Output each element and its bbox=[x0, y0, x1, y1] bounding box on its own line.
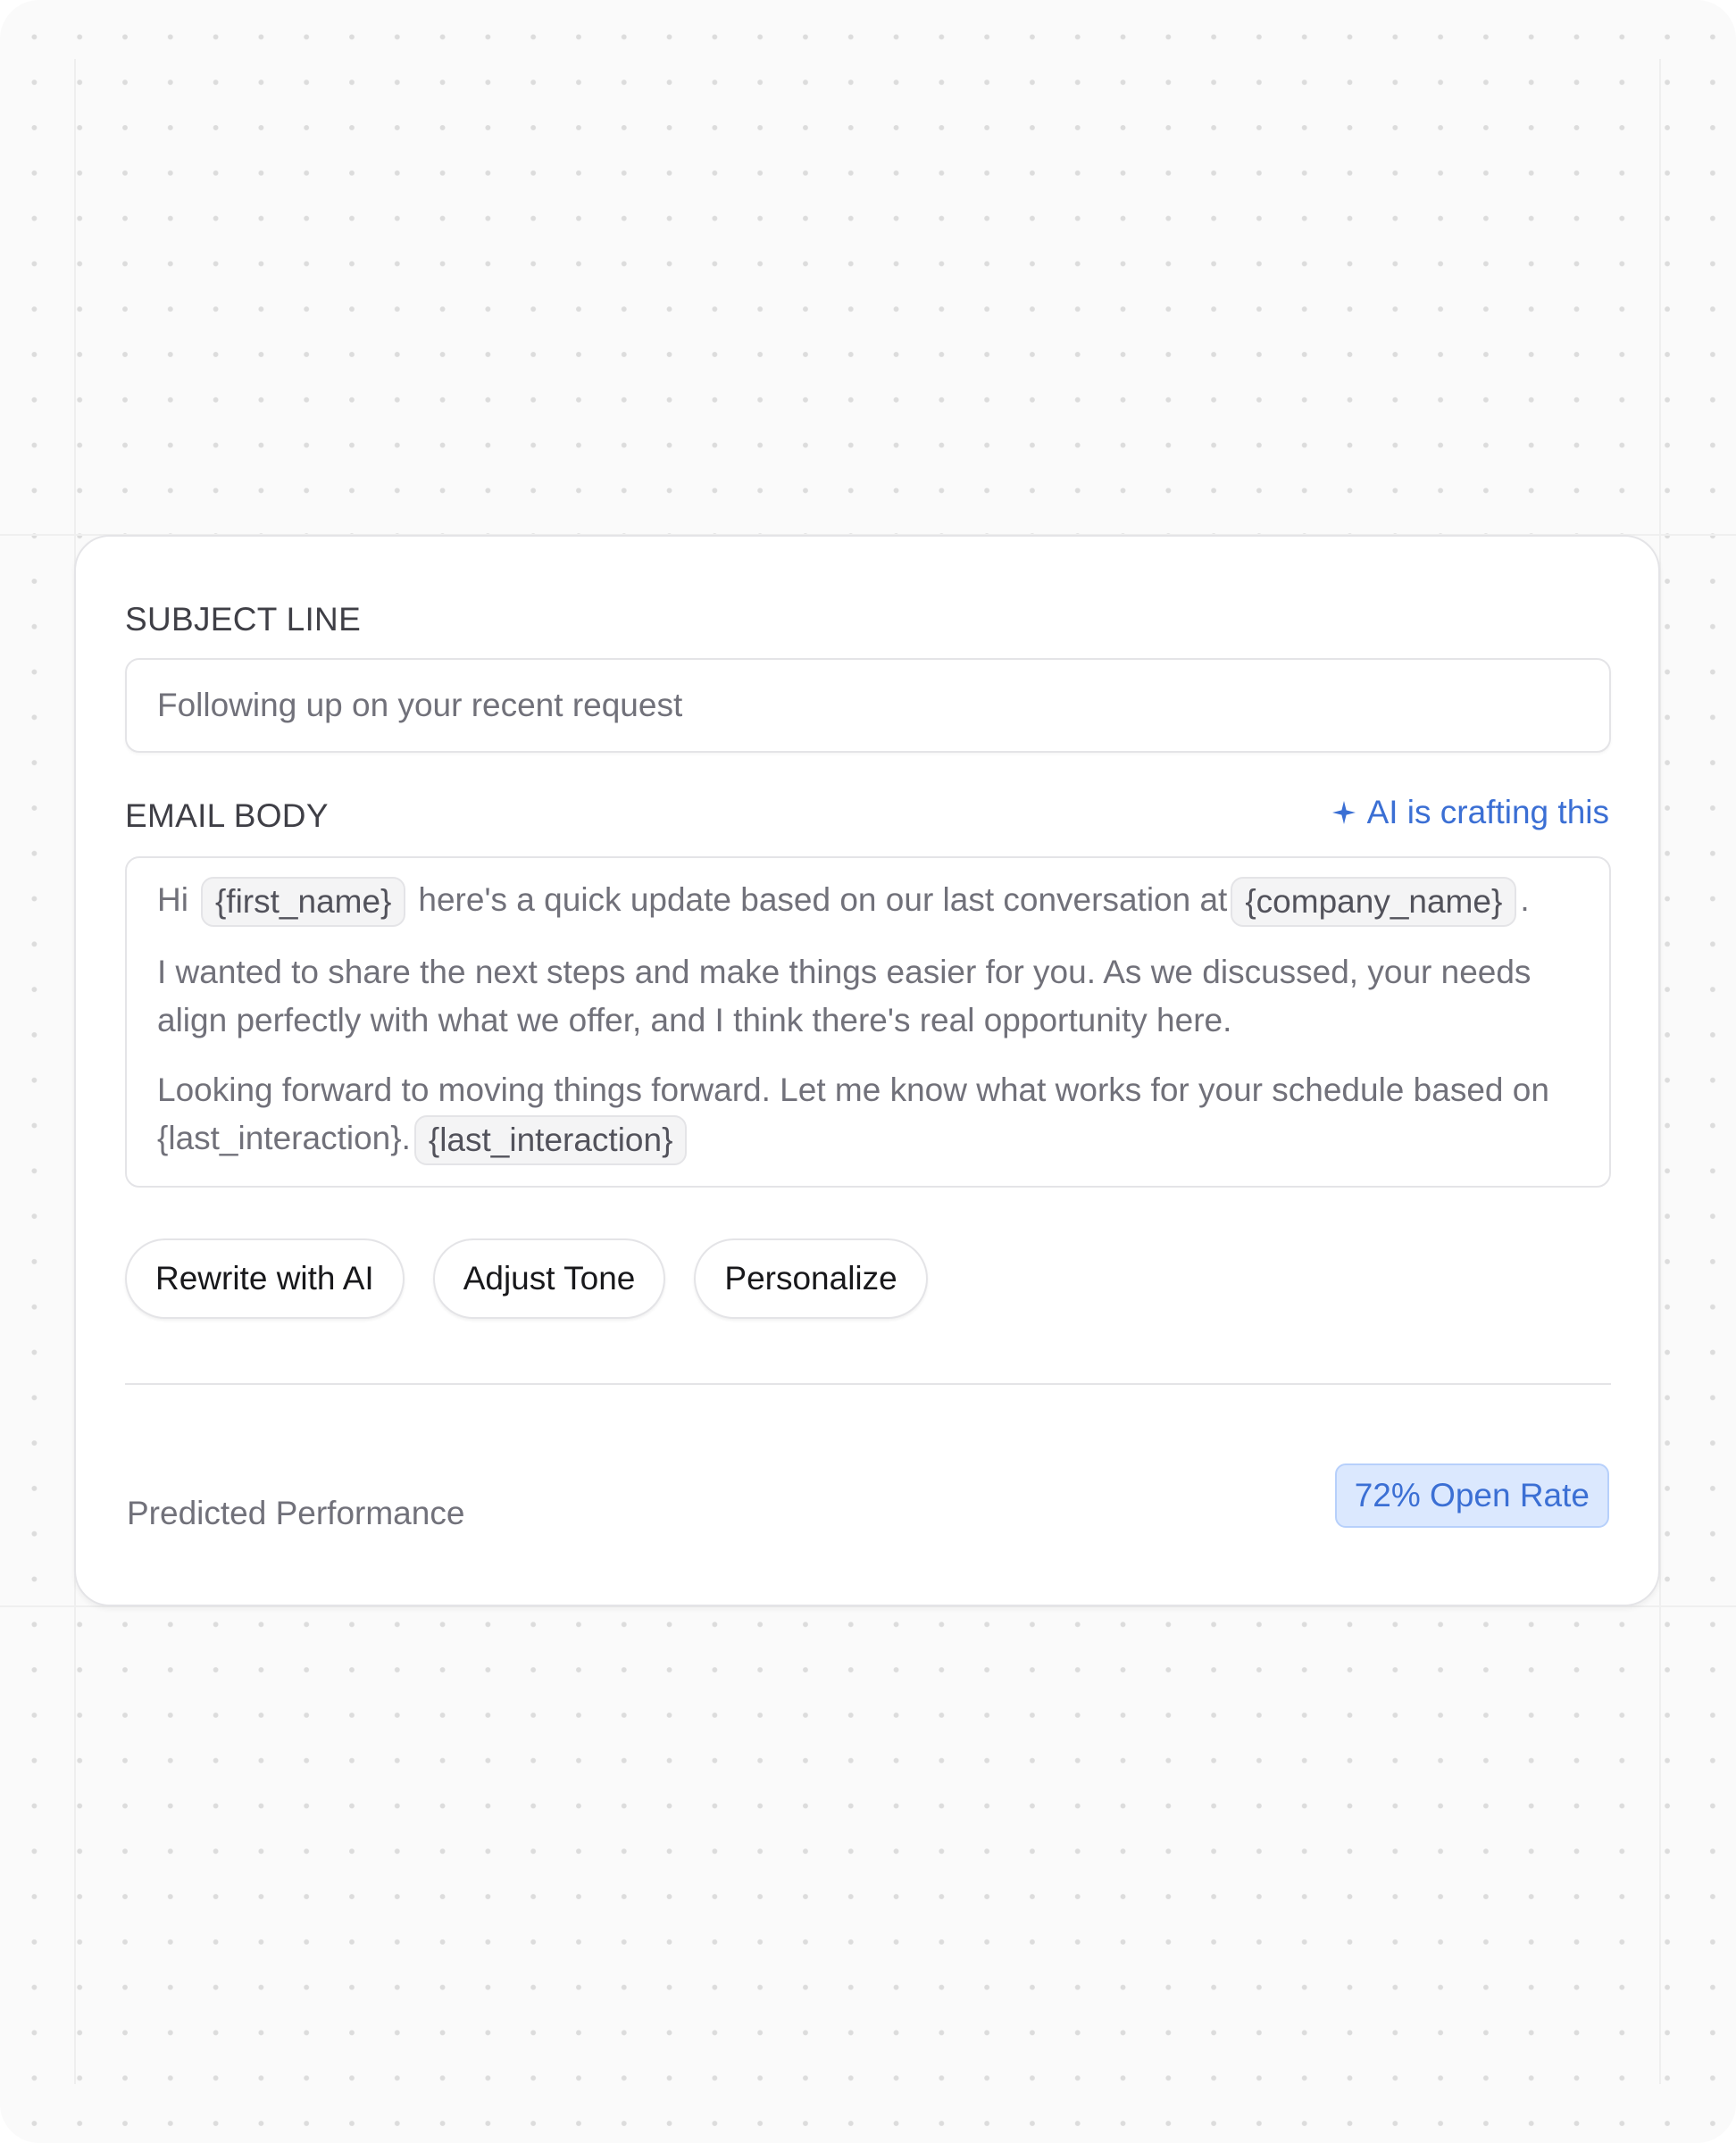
predicted-performance-label: Predicted Performance bbox=[127, 1495, 465, 1531]
ai-action-buttons: Rewrite with AI Adjust Tone Personalize bbox=[125, 1238, 928, 1319]
body-line-1-end: . bbox=[1520, 881, 1530, 918]
email-body-paragraph-3: Looking forward to moving things forward… bbox=[157, 1066, 1579, 1166]
token-company-name[interactable]: {company_name} bbox=[1231, 877, 1517, 928]
adjust-tone-button[interactable]: Adjust Tone bbox=[432, 1238, 666, 1319]
personalize-button[interactable]: Personalize bbox=[694, 1238, 928, 1319]
email-body-paragraph-2: I wanted to share the next steps and mak… bbox=[157, 954, 1532, 1039]
ai-status-text: AI is crafting this bbox=[1366, 794, 1609, 830]
email-composer-card: SUBJECT LINE EMAIL BODY AI is crafting t… bbox=[74, 535, 1660, 1606]
subject-line-input[interactable] bbox=[125, 658, 1611, 753]
subject-line-label: SUBJECT LINE bbox=[125, 601, 362, 638]
email-body-editor[interactable]: Hi {first_name} here's a quick update base… bbox=[125, 856, 1611, 1188]
sparkle-icon bbox=[1331, 800, 1356, 825]
email-body-label: EMAIL BODY bbox=[125, 797, 329, 834]
body-line-1-text: here's a quick update based on our last … bbox=[418, 881, 1228, 918]
section-divider bbox=[125, 1383, 1611, 1385]
ai-status-indicator: AI is crafting this bbox=[1331, 796, 1609, 829]
open-rate-badge: 72% Open Rate bbox=[1334, 1463, 1609, 1528]
rewrite-with-ai-button[interactable]: Rewrite with AI bbox=[125, 1238, 405, 1319]
email-body-line-1: Hi {first_name} here's a quick update base… bbox=[157, 876, 1579, 928]
token-last-interaction[interactable]: {last_interaction} bbox=[413, 1115, 688, 1166]
token-first-name[interactable]: {first_name} bbox=[200, 877, 406, 928]
canvas-background: SUBJECT LINE EMAIL BODY AI is crafting t… bbox=[0, 0, 1736, 2143]
paragraph-3-text: Looking forward to moving things forward… bbox=[157, 1072, 1549, 1157]
greeting-text: Hi bbox=[157, 881, 188, 918]
